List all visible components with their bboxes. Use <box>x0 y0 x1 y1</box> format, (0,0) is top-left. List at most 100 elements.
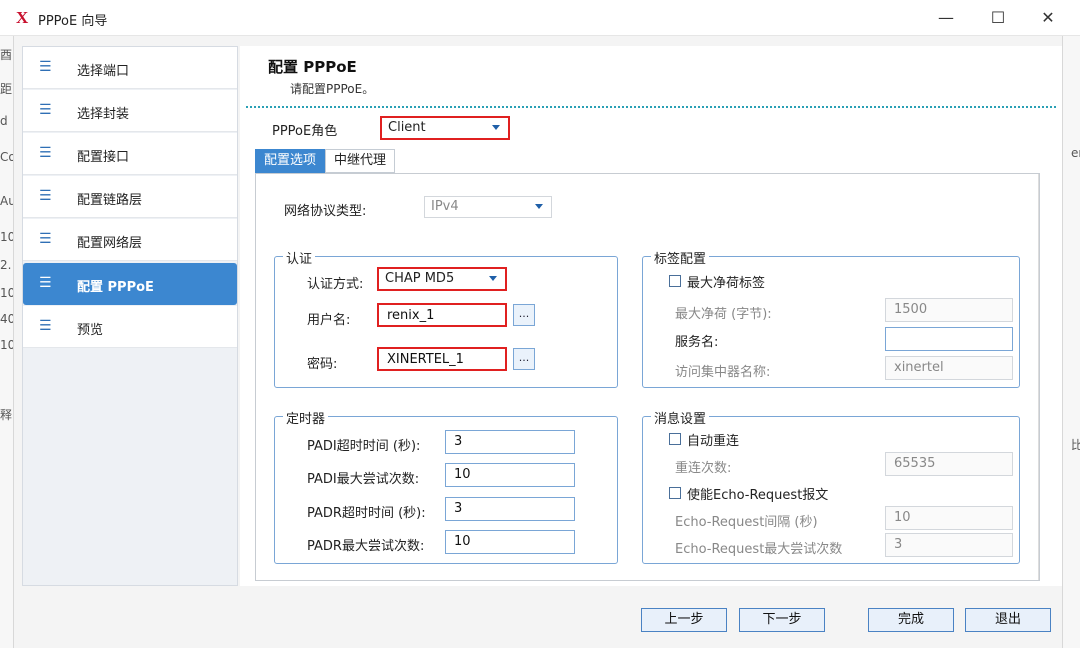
ac-name-input[interactable]: xinertel <box>885 356 1013 380</box>
step-config-link[interactable]: ☰ 配置链路层 <box>23 176 237 218</box>
window-title: PPPoE 向导 <box>38 14 108 29</box>
list-icon: ☰ <box>39 275 52 291</box>
tab-relay-agent[interactable]: 中继代理 <box>325 149 395 173</box>
bg-text: 2. <box>0 258 12 272</box>
vertical-scrollbar[interactable]: ▲ ≡ ▼ <box>1038 174 1040 581</box>
role-value: Client <box>388 120 426 135</box>
chevron-down-icon <box>489 276 497 281</box>
echo-interval-label: Echo-Request间隔 (秒) <box>675 515 818 530</box>
protocol-select[interactable]: IPv4 <box>424 196 552 218</box>
step-config-network[interactable]: ☰ 配置网络层 <box>23 219 237 261</box>
auth-method-select[interactable]: CHAP MD5 <box>377 267 507 291</box>
username-browse-button[interactable]: ... <box>513 304 535 326</box>
step-config-interface[interactable]: ☰ 配置接口 <box>23 133 237 175</box>
username-label: 用户名: <box>307 313 351 328</box>
tag-group-title: 标签配置 <box>651 248 710 267</box>
echo-max-label: Echo-Request最大尝试次数 <box>675 542 843 557</box>
padr-timeout-input[interactable]: 3 <box>445 497 575 521</box>
max-payload-tag-label: 最大净荷标签 <box>687 276 766 291</box>
bg-text: 10 <box>0 230 14 244</box>
tab-config-options[interactable]: 配置选项 <box>255 149 325 173</box>
padr-timeout-label: PADR超时时间 (秒): <box>307 506 426 521</box>
bg-text: d <box>0 114 8 128</box>
padi-timeout-input[interactable]: 3 <box>445 430 575 454</box>
scroll-up-icon[interactable]: ▲ <box>1039 174 1040 190</box>
auth-method-value: CHAP MD5 <box>385 271 455 286</box>
protocol-label: 网络协议类型: <box>284 204 367 219</box>
auth-group-title: 认证 <box>283 248 316 267</box>
maximize-button[interactable]: ☐ <box>972 0 1024 36</box>
padi-retry-input[interactable]: 10 <box>445 463 575 487</box>
step-label: 选择封装 <box>77 107 130 122</box>
timer-group-title: 定时器 <box>283 408 329 427</box>
list-icon: ☰ <box>39 188 52 204</box>
bg-text: 40 <box>0 312 14 326</box>
finish-button[interactable]: 完成 <box>868 608 954 632</box>
echo-max-input[interactable]: 3 <box>885 533 1013 557</box>
step-preview[interactable]: ☰ 预览 <box>23 306 237 348</box>
padi-retry-label: PADI最大尝试次数: <box>307 472 420 487</box>
padi-timeout-label: PADI超时时间 (秒): <box>307 439 421 454</box>
bg-text: 释 <box>0 408 13 422</box>
padr-retry-label: PADR最大尝试次数: <box>307 539 425 554</box>
step-label: 预览 <box>77 323 104 338</box>
step-label: 配置 PPPoE <box>77 280 154 295</box>
auto-reconnect-checkbox[interactable] <box>669 433 681 445</box>
password-browse-button[interactable]: ... <box>513 348 535 370</box>
step-select-encap[interactable]: ☰ 选择封装 <box>23 90 237 132</box>
bg-text: Co <box>0 150 13 164</box>
bg-text: 比 <box>1071 436 1080 453</box>
wizard-dialog: ☰ 选择端口 ☰ 选择封装 ☰ 配置接口 ☰ 配置链路层 ☰ 配置网络层 ☰ 配… <box>14 36 1062 648</box>
chevron-down-icon <box>492 125 500 130</box>
next-button[interactable]: 下一步 <box>739 608 825 632</box>
step-label: 配置接口 <box>77 150 130 165</box>
prev-button[interactable]: 上一步 <box>641 608 727 632</box>
echo-request-checkbox[interactable] <box>669 487 681 499</box>
role-label: PPPoE角色 <box>272 124 338 139</box>
background-app-left: 酉 距 d Co Au 10 2. 10 40 10 释 <box>0 36 14 648</box>
password-input[interactable]: XINERTEL_1 <box>377 347 507 371</box>
list-icon: ☰ <box>39 231 52 247</box>
step-label: 选择端口 <box>77 64 130 79</box>
auto-reconnect-label: 自动重连 <box>687 434 740 449</box>
list-icon: ☰ <box>39 102 52 118</box>
page-title: 配置 PPPoE <box>268 58 357 76</box>
page-subtitle: 请配置PPPoE。 <box>290 82 375 96</box>
exit-button[interactable]: 退出 <box>965 608 1051 632</box>
config-options-panel: 网络协议类型: IPv4 认证 认证方式: CHAP MD5 用户名: reni… <box>255 173 1040 581</box>
service-name-input[interactable] <box>885 327 1013 351</box>
list-icon: ☰ <box>39 59 52 75</box>
step-select-port[interactable]: ☰ 选择端口 <box>23 47 237 89</box>
bg-text: 10 <box>0 286 14 300</box>
bg-text: Au <box>0 194 13 208</box>
main-panel: 配置 PPPoE 请配置PPPoE。 PPPoE角色 Client 配置选项 中… <box>240 46 1062 586</box>
reconnect-count-label: 重连次数: <box>675 461 732 476</box>
max-payload-label: 最大净荷 (字节): <box>675 307 772 322</box>
role-select[interactable]: Client <box>380 116 510 140</box>
padr-retry-input[interactable]: 10 <box>445 530 575 554</box>
max-payload-input[interactable]: 1500 <box>885 298 1013 322</box>
step-config-pppoe[interactable]: ☰ 配置 PPPoE <box>23 263 237 305</box>
bg-text: 酉 <box>0 48 13 62</box>
auth-group: 认证 认证方式: CHAP MD5 用户名: renix_1 ... 密码: X… <box>274 248 618 388</box>
echo-interval-input[interactable]: 10 <box>885 506 1013 530</box>
message-group-title: 消息设置 <box>651 408 710 427</box>
bg-text: 10 <box>0 338 14 352</box>
step-label: 配置链路层 <box>77 193 143 208</box>
service-name-label: 服务名: <box>675 335 719 350</box>
reconnect-count-input[interactable]: 65535 <box>885 452 1013 476</box>
auth-method-label: 认证方式: <box>307 277 364 292</box>
max-payload-tag-checkbox[interactable] <box>669 275 681 287</box>
app-logo-icon: X <box>16 8 29 27</box>
minimize-button[interactable]: — <box>920 0 972 36</box>
background-app-right: er 比 <box>1062 36 1080 648</box>
timer-group: 定时器 PADI超时时间 (秒): 3 PADI最大尝试次数: 10 PADR超… <box>274 408 618 564</box>
wizard-steps: ☰ 选择端口 ☰ 选择封装 ☰ 配置接口 ☰ 配置链路层 ☰ 配置网络层 ☰ 配… <box>22 46 238 586</box>
divider <box>246 106 1056 108</box>
scroll-down-icon[interactable]: ▼ <box>1039 565 1040 581</box>
username-input[interactable]: renix_1 <box>377 303 507 327</box>
list-icon: ☰ <box>39 318 52 334</box>
title-bar: X PPPoE 向导 — ☐ ✕ <box>0 0 1080 36</box>
close-button[interactable]: ✕ <box>1022 0 1074 36</box>
bg-text: 距 <box>0 82 13 96</box>
